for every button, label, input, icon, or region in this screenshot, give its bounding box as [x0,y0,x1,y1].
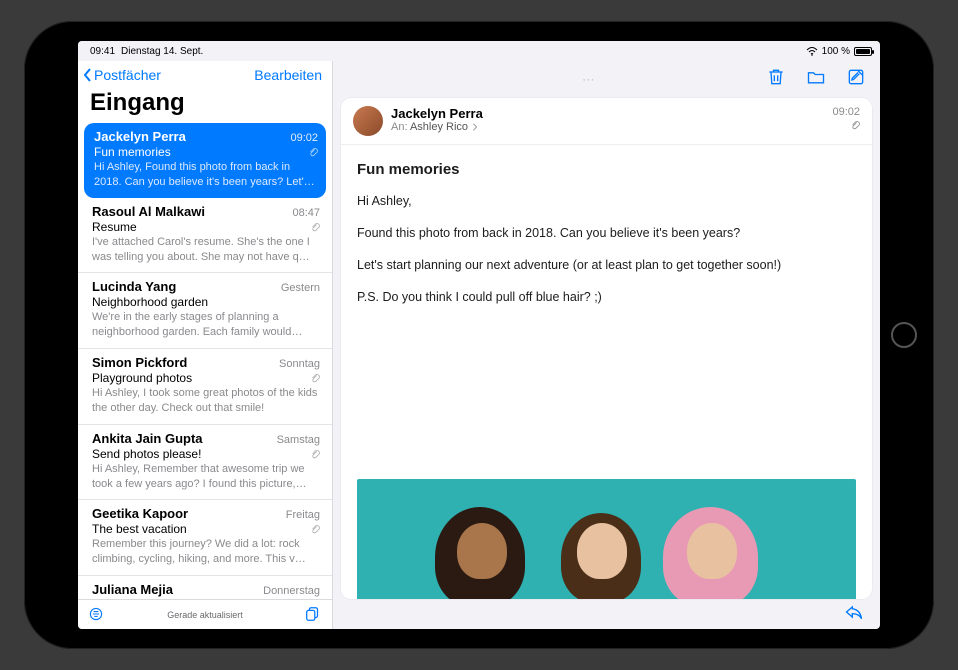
mail-subject: Playground photos [92,371,192,385]
mail-subject: The best vacation [92,522,187,536]
mail-sender: Rasoul Al Malkawi [92,204,205,219]
message-to[interactable]: An: Ashley Rico [391,121,824,133]
mail-sender: Geetika Kapoor [92,506,188,521]
mail-time: Gestern [281,282,320,294]
edit-button[interactable]: Bearbeiten [254,67,322,83]
folder-icon[interactable] [806,67,826,92]
mail-subject: Fun memories [94,145,171,159]
compose-icon[interactable] [846,67,866,92]
mail-list[interactable]: Jackelyn Perra09:02Fun memoriesHi Ashley… [78,123,332,599]
drag-handle-icon[interactable]: ⸱⸱⸱ [583,71,596,88]
mail-preview: Hi Ashley, Remember that awesome trip we… [92,462,320,492]
paperclip-icon [308,147,318,157]
paperclip-icon [850,120,860,130]
mail-subject: Resume [92,220,137,234]
filter-icon[interactable] [88,606,104,624]
message-body[interactable]: Fun memories Hi Ashley, Found this photo… [341,145,872,599]
detail-footer [333,599,880,629]
message-from[interactable]: Jackelyn Perra [391,106,824,121]
status-date: Dienstag 14. Sept. [121,46,203,57]
mailbox-sidebar: Postfächer Bearbeiten Eingang Jackelyn P… [78,61,333,629]
body-greeting: Hi Ashley, [357,192,856,210]
paperclip-icon [310,222,320,232]
mail-time: 09:02 [290,132,318,144]
body-para-2: Let's start planning our next adventure … [357,256,856,274]
reply-icon[interactable] [844,603,864,626]
body-para-1: Found this photo from back in 2018. Can … [357,224,856,242]
mail-sender: Lucinda Yang [92,279,176,294]
mail-time: Freitag [286,509,320,521]
paperclip-icon [310,524,320,534]
mail-preview: Hi Ashley, Found this photo from back in… [94,160,318,190]
sidebar-footer: Gerade aktualisiert [78,599,332,629]
screen: 09:41 Dienstag 14. Sept. 100 % Post [78,41,880,629]
mail-subject: Neighborhood garden [92,295,208,309]
copy-icon[interactable] [304,605,322,625]
detail-toolbar: ⸱⸱⸱ [333,61,880,98]
message-card: Jackelyn Perra An: Ashley Rico 09:02 [341,98,872,599]
paperclip-icon [310,373,320,383]
message-header: Jackelyn Perra An: Ashley Rico 09:02 [341,98,872,145]
body-para-3: P.S. Do you think I could pull off blue … [357,288,856,306]
mail-item[interactable]: Ankita Jain Gupta Samstag Send photos plea… [78,425,332,501]
mail-subject: Send photos please! [92,447,201,461]
avatar[interactable] [353,106,383,136]
mail-time: Sonntag [279,358,320,370]
wifi-icon [806,47,818,56]
mail-sender: Simon Pickford [92,355,187,370]
back-label: Postfächer [94,67,161,83]
sync-status: Gerade aktualisiert [167,610,243,620]
mail-sender: Ankita Jain Gupta [92,431,203,446]
mail-item[interactable]: Jackelyn Perra 09:02 Fun memoriesHi Ashley… [84,123,326,198]
mail-item[interactable]: Geetika Kapoor Freitag The best vacationRe… [78,500,332,576]
chevron-right-icon [471,123,479,131]
to-name: Ashley Rico [410,121,468,133]
mail-time: 08:47 [292,207,320,219]
back-button[interactable]: Postfächer [82,67,161,83]
mail-item[interactable]: Lucinda Yang Gestern Neighborhood gardenWe… [78,273,332,349]
battery-percent: 100 % [822,46,850,57]
mail-sender: Jackelyn Perra [94,129,186,144]
mail-item[interactable]: Simon Pickford Sonntag Playground photosHi… [78,349,332,425]
mail-preview: Hi Ashley, I took some great photos of t… [92,386,320,416]
paperclip-icon [310,449,320,459]
mail-preview: We're in the early stages of planning a … [92,310,320,340]
trash-icon[interactable] [766,67,786,92]
home-button[interactable] [891,322,917,348]
mail-item[interactable]: Rasoul Al Malkawi 08:47 ResumeI've attache… [78,198,332,274]
mail-time: Samstag [277,434,320,446]
status-time: 09:41 [90,46,115,57]
status-bar: 09:41 Dienstag 14. Sept. 100 % [78,41,880,61]
ipad-frame: 09:41 Dienstag 14. Sept. 100 % Post [24,21,934,649]
mail-sender: Juliana Mejia [92,582,173,597]
to-label: An: [391,121,408,133]
battery-full-icon [854,47,872,56]
message-subject: Fun memories [357,161,856,178]
message-pane: ⸱⸱⸱ Jackelyn Perra [333,61,880,629]
mail-item[interactable]: Juliana MejiaDonnerstagNew hiking trail [78,576,332,599]
mail-preview: I've attached Carol's resume. She's the … [92,235,320,265]
inbox-title: Eingang [78,87,332,123]
message-time: 09:02 [832,106,860,118]
mail-preview: Remember this journey? We did a lot: roc… [92,537,320,567]
attachment-photo[interactable] [357,479,856,599]
mail-time: Donnerstag [263,585,320,597]
